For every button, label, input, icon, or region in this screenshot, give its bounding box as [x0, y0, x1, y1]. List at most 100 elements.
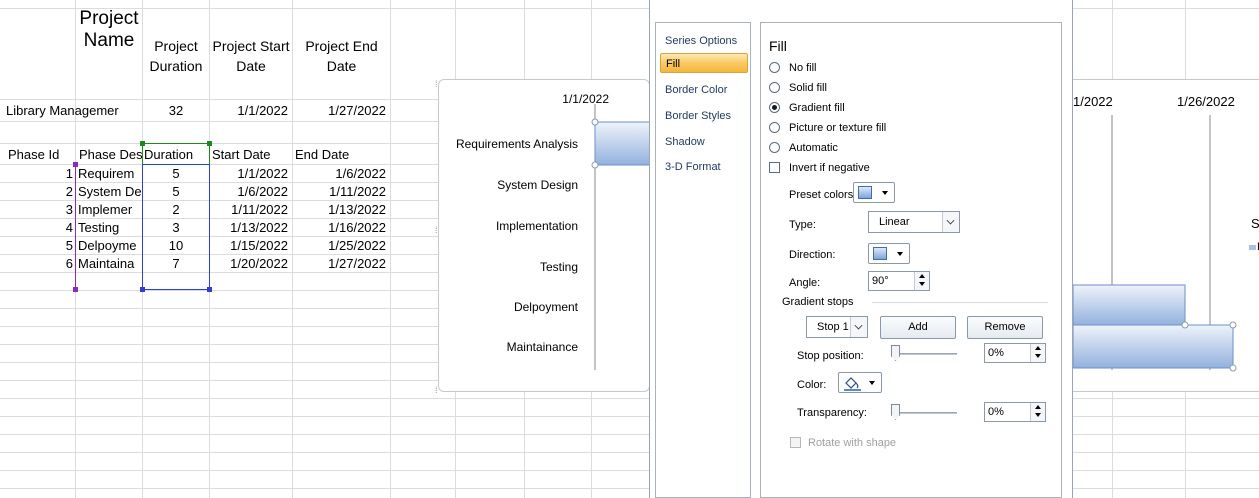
selection-handle[interactable]: [591, 118, 599, 126]
cell-phase-id[interactable]: 4: [0, 219, 73, 237]
cell-phase-end[interactable]: 1/11/2022: [293, 183, 386, 201]
label-picture-fill: Picture or texture fill: [789, 122, 887, 134]
cell-phase-id[interactable]: 5: [0, 237, 73, 255]
chart-frame-handle[interactable]: ⁞: [435, 386, 438, 395]
divider: [872, 302, 1048, 303]
gantt-bar-requirements[interactable]: [594, 121, 651, 166]
gantt-chart-right[interactable]: 1/2022 1/26/2022 S D: [1073, 79, 1259, 392]
header-start-date[interactable]: Start Date: [212, 146, 292, 164]
cell-phase-start[interactable]: 1/1/2022: [210, 165, 288, 183]
spinner-buttons[interactable]: [1030, 344, 1045, 362]
gantt-bar-delpoyment[interactable]: [1073, 284, 1186, 326]
chart-category-label: Delpoyment: [513, 300, 578, 314]
chart-frame-handle[interactable]: ⁞: [435, 226, 438, 235]
stop-position-spinner[interactable]: 0%: [984, 343, 1046, 363]
gantt-bar-maintainance[interactable]: [1073, 324, 1234, 369]
cell-phase-desc[interactable]: Testing: [78, 219, 142, 237]
header-project-duration[interactable]: Project Duration: [143, 36, 209, 76]
spinner-buttons[interactable]: [1030, 403, 1045, 421]
cell-phase-start[interactable]: 1/6/2022: [210, 183, 288, 201]
cell-phase-end[interactable]: 1/25/2022: [293, 237, 386, 255]
gantt-chart[interactable]: 1/1/2022 Requirements Analysis System De…: [438, 79, 651, 392]
label-gradient-fill: Gradient fill: [789, 102, 845, 114]
nav-series-options[interactable]: Series Options: [660, 31, 748, 51]
cell-phase-desc[interactable]: Implemer: [78, 201, 142, 219]
nav-3d-format[interactable]: 3-D Format: [660, 157, 748, 177]
header-end-date[interactable]: End Date: [295, 146, 390, 164]
radio-automatic[interactable]: [769, 142, 780, 153]
label-no-fill: No fill: [789, 62, 817, 74]
chart-frame-handle[interactable]: ⁞: [435, 80, 438, 89]
radio-no-fill[interactable]: [769, 62, 780, 73]
nav-fill[interactable]: Fill: [660, 53, 748, 73]
preset-colors-dropdown[interactable]: [853, 182, 895, 203]
arrow-down-icon: [1035, 413, 1041, 417]
cell-phase-end[interactable]: 1/27/2022: [293, 255, 386, 273]
cell-phase-desc[interactable]: System De: [78, 183, 142, 201]
checkbox-rotate-with-shape[interactable]: [790, 437, 801, 448]
transparency-spinner[interactable]: 0%: [984, 402, 1046, 422]
cell-phase-desc[interactable]: Requirem: [78, 165, 142, 183]
range-handle[interactable]: [73, 162, 78, 167]
cell-project-name[interactable]: Library Managemer: [6, 102, 142, 120]
cell-project-duration[interactable]: 32: [143, 102, 209, 120]
color-dropdown[interactable]: [838, 372, 882, 393]
nav-border-color[interactable]: Border Color: [660, 80, 748, 100]
cell-phase-start[interactable]: 1/11/2022: [210, 201, 288, 219]
header-phase-id[interactable]: Phase Id: [8, 146, 75, 164]
selection-handle[interactable]: [1229, 364, 1237, 372]
label-angle: Angle:: [789, 277, 821, 289]
cell-phase-start[interactable]: 1/15/2022: [210, 237, 288, 255]
cell-phase-id[interactable]: 6: [0, 255, 73, 273]
radio-solid-fill[interactable]: [769, 82, 780, 93]
chart-category-label: System Design: [497, 178, 578, 192]
add-stop-button[interactable]: Add: [880, 316, 956, 339]
select-chevron: [850, 317, 867, 337]
selection-handle[interactable]: [591, 161, 599, 169]
cell-phase-end[interactable]: 1/16/2022: [293, 219, 386, 237]
angle-spinner[interactable]: 90°: [868, 271, 930, 291]
cell-phase-id[interactable]: 3: [0, 201, 73, 219]
chevron-down-icon: [869, 381, 875, 385]
cell-phase-end[interactable]: 1/13/2022: [293, 201, 386, 219]
transparency-slider-track: [896, 412, 957, 414]
range-handle[interactable]: [140, 287, 145, 292]
checkbox-invert-if-negative[interactable]: [769, 162, 780, 173]
cell-phase-id[interactable]: 2: [0, 183, 73, 201]
range-handle[interactable]: [140, 141, 145, 146]
range-handle[interactable]: [73, 287, 78, 292]
range-handle[interactable]: [207, 141, 212, 146]
cell-project-start[interactable]: 1/1/2022: [210, 102, 288, 120]
nav-border-styles[interactable]: Border Styles: [660, 106, 748, 126]
cell-phase-start[interactable]: 1/13/2022: [210, 219, 288, 237]
cell-project-end[interactable]: 1/27/2022: [293, 102, 386, 120]
header-project-start[interactable]: Project Start Date: [210, 36, 292, 76]
type-select[interactable]: Linear: [868, 211, 960, 233]
legend-title-fragment: S: [1251, 216, 1259, 231]
label-automatic: Automatic: [789, 142, 838, 154]
chevron-down-icon: [946, 216, 955, 225]
remove-stop-button[interactable]: Remove: [967, 316, 1043, 339]
chart-category-label: Requirements Analysis: [455, 137, 578, 151]
chevron-down-icon: [854, 321, 863, 330]
stop-select[interactable]: Stop 1: [806, 316, 868, 338]
nav-shadow[interactable]: Shadow: [660, 132, 748, 152]
cell-phase-desc[interactable]: Delpoyme: [78, 237, 142, 255]
radio-picture-fill[interactable]: [769, 122, 780, 133]
chevron-down-icon: [882, 191, 888, 195]
cell-phase-end[interactable]: 1/6/2022: [293, 165, 386, 183]
selection-handle[interactable]: [1229, 321, 1237, 329]
arrow-up-icon: [919, 274, 925, 278]
header-project-end[interactable]: Project End Date: [293, 36, 390, 76]
cell-phase-id[interactable]: 1: [0, 165, 73, 183]
cell-phase-start[interactable]: 1/20/2022: [210, 255, 288, 273]
header-project-name[interactable]: Project Name: [76, 8, 142, 52]
selection-handle[interactable]: [1181, 321, 1189, 329]
header-phase-desc[interactable]: Phase Des: [79, 146, 142, 164]
range-handle[interactable]: [207, 287, 212, 292]
cell-phase-desc[interactable]: Maintaina: [78, 255, 142, 273]
select-chevron: [942, 212, 959, 232]
radio-gradient-fill[interactable]: [769, 102, 780, 113]
direction-dropdown[interactable]: [868, 243, 910, 264]
spinner-buttons[interactable]: [914, 272, 929, 290]
